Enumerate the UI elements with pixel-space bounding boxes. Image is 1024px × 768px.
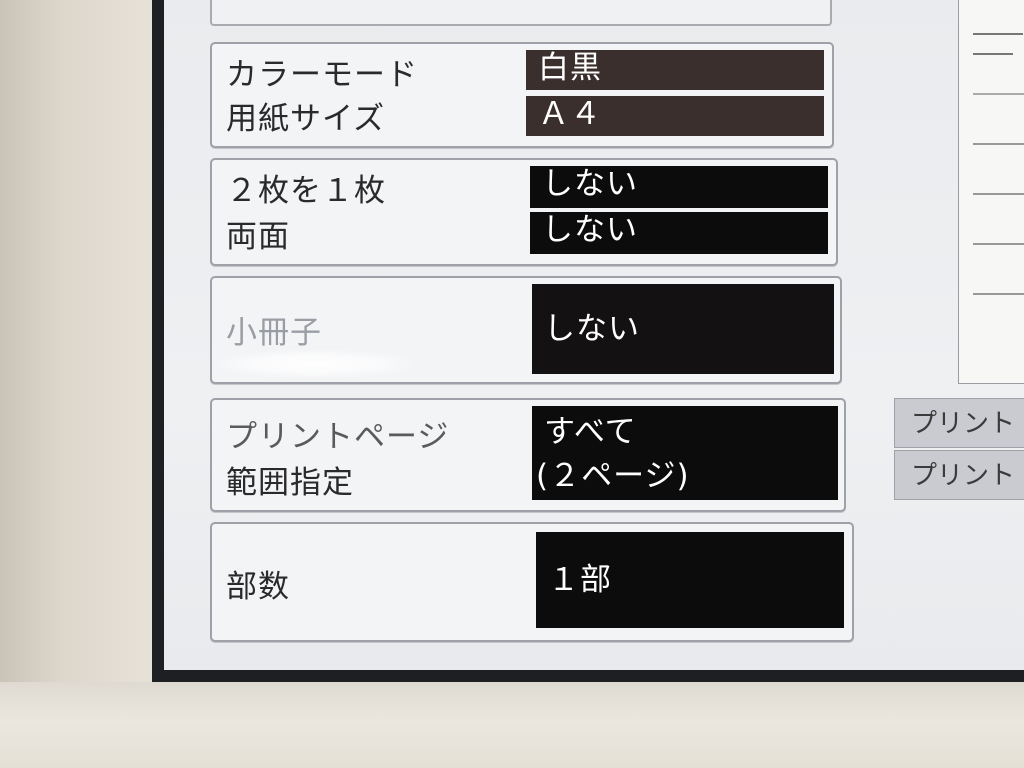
color-mode-value[interactable]: 白黒 <box>526 50 824 90</box>
copies-value[interactable]: １部 <box>536 532 844 628</box>
preview-line <box>973 93 1024 95</box>
preview-line <box>973 193 1024 195</box>
layout-duplex-row[interactable]: ２枚を１枚 両面 しない しない <box>210 158 838 266</box>
color-mode-label: カラーモード <box>226 57 418 93</box>
paper-size-label: 用紙サイズ <box>226 101 386 137</box>
print-settings-display: カラーモード 用紙サイズ 白黒 Ａ４ ２枚を１枚 両面 しない しない 小冊子 … <box>164 0 1024 670</box>
duplex-value[interactable]: しない <box>530 212 828 254</box>
preview-line <box>973 143 1024 145</box>
page-range-label-line1: プリントページ <box>226 419 450 455</box>
page-range-row[interactable]: プリントページ 範囲指定 すべて (２ページ) <box>210 398 846 512</box>
print-side-button-2[interactable]: プリント <box>894 450 1024 500</box>
copies-label: 部数 <box>226 569 290 605</box>
two-in-one-label: ２枚を１枚 <box>226 173 386 209</box>
page-range-value[interactable]: すべて (２ページ) <box>532 406 838 500</box>
preview-line <box>973 293 1024 295</box>
page-range-label-line2: 範囲指定 <box>226 465 354 501</box>
page-range-value-line1: すべて <box>544 414 637 450</box>
top-setting-row[interactable] <box>210 0 832 26</box>
page-range-value-line2: (２ページ) <box>536 458 690 494</box>
print-preview-thumbnail[interactable] <box>958 0 1024 384</box>
two-in-one-value[interactable]: しない <box>530 166 828 208</box>
duplex-label: 両面 <box>226 219 290 255</box>
color-paper-row[interactable]: カラーモード 用紙サイズ 白黒 Ａ４ <box>210 42 834 148</box>
booklet-row[interactable]: 小冊子 しない <box>210 276 842 384</box>
booklet-value[interactable]: しない <box>532 284 834 374</box>
kiosk-bezel-bottom <box>0 682 1024 768</box>
paper-size-value[interactable]: Ａ４ <box>526 96 824 136</box>
copies-row[interactable]: 部数 １部 <box>210 522 854 642</box>
touch-screen: カラーモード 用紙サイズ 白黒 Ａ４ ２枚を１枚 両面 しない しない 小冊子 … <box>152 0 1024 684</box>
preview-line <box>973 33 1023 35</box>
preview-line <box>973 53 1013 55</box>
preview-line <box>973 243 1024 245</box>
booklet-label: 小冊子 <box>226 315 322 351</box>
print-side-button-1[interactable]: プリント <box>894 398 1024 448</box>
